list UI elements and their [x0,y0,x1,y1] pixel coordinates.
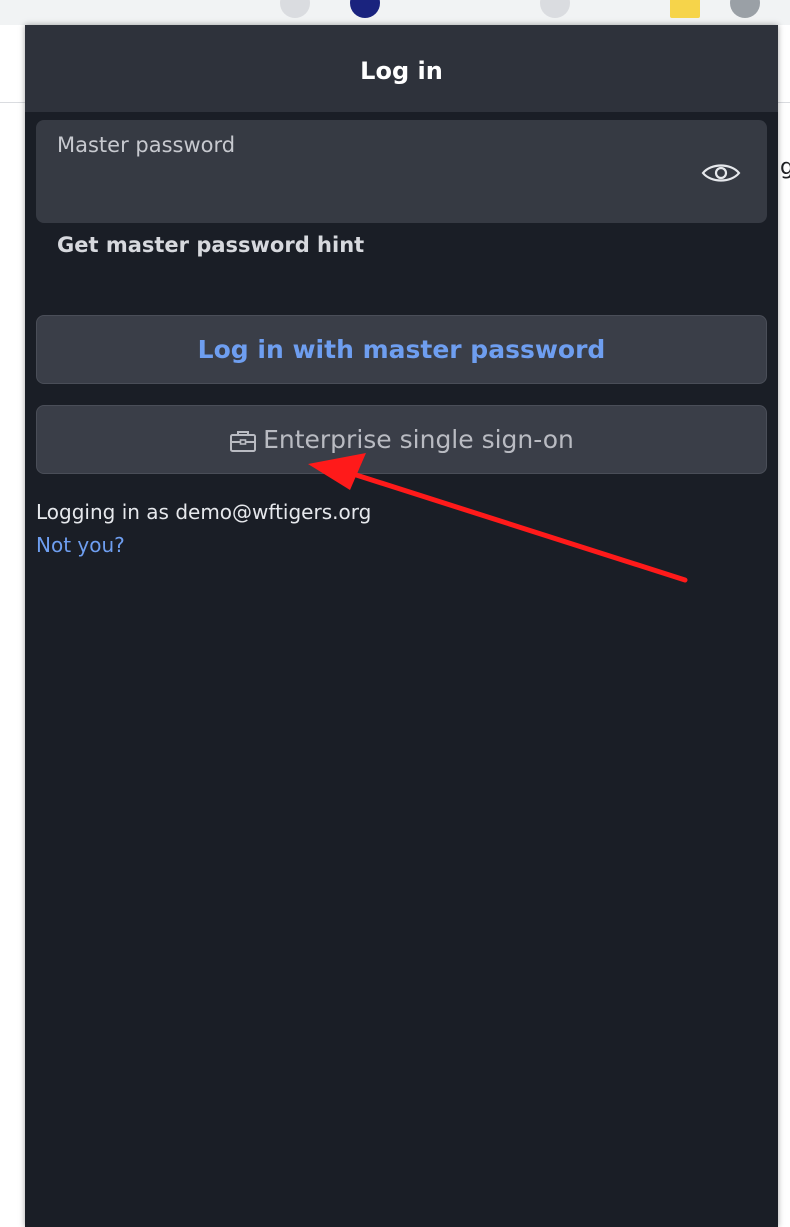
enterprise-sso-label: Enterprise single sign-on [263,425,574,454]
toolbar-extension-icon[interactable] [540,0,570,18]
popup-header: Log in [25,25,778,112]
logging-in-as-text: Logging in as demo@wftigers.org [36,500,372,524]
browser-toolbar [0,0,790,25]
toolbar-extension-icon[interactable] [350,0,380,18]
background-page-text: g [780,155,790,180]
briefcase-icon [229,429,257,453]
master-password-field[interactable]: Master password [36,120,767,223]
master-password-hint-link[interactable]: Get master password hint [57,233,364,257]
toolbar-extension-icon[interactable] [670,0,700,18]
eye-icon[interactable] [698,158,744,188]
login-master-password-button[interactable]: Log in with master password [36,315,767,384]
master-password-input[interactable] [56,170,680,208]
master-password-label: Master password [57,133,236,157]
page-title: Log in [360,57,443,85]
enterprise-sso-button[interactable]: Enterprise single sign-on [36,405,767,474]
not-you-link[interactable]: Not you? [36,533,125,557]
toolbar-profile-icon[interactable] [730,0,760,18]
toolbar-extension-icon[interactable] [280,0,310,18]
login-popup: Log in Master password Get master passwo… [25,25,778,1227]
login-master-password-label: Log in with master password [197,335,606,364]
